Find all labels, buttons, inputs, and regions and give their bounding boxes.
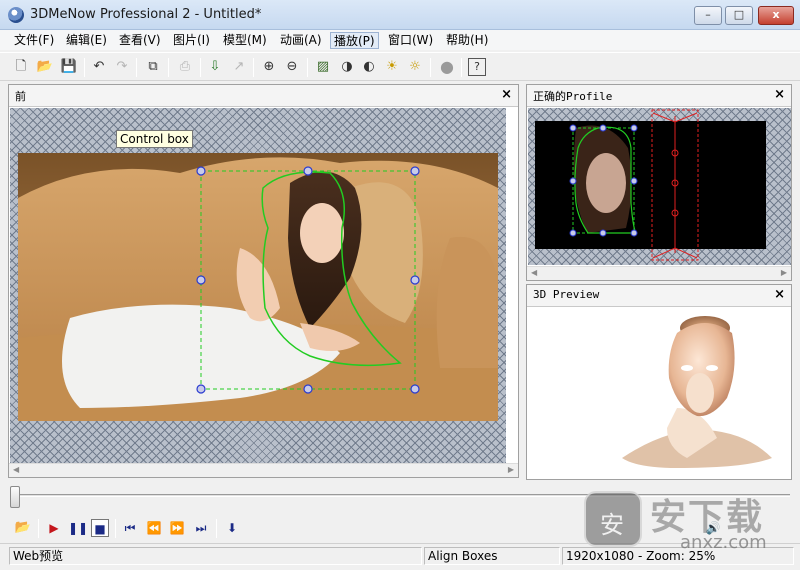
front-canvas[interactable] — [10, 108, 506, 463]
close-button[interactable]: x — [758, 6, 794, 25]
front-panel-header: 前 × — [9, 85, 518, 107]
undo-icon[interactable]: ↶ — [90, 58, 108, 76]
front-panel-close-icon[interactable]: × — [501, 87, 512, 102]
profile-canvas[interactable] — [528, 108, 791, 265]
menu-edit[interactable]: 编辑(E) — [63, 32, 110, 49]
preview-panel-header: 3D Preview × — [527, 285, 791, 307]
watermark-badge: 安 — [584, 491, 642, 547]
front-view-panel: 前 × ◀ ▶ Control box — [8, 84, 519, 478]
play-icon[interactable]: ▶ — [45, 519, 63, 537]
toolbar-separator — [168, 58, 169, 77]
status-message: Web预览 — [9, 547, 422, 565]
watermark-sub: anxz.com — [680, 532, 767, 553]
new-file-icon[interactable]: 🗋 — [12, 58, 30, 76]
menu-help[interactable]: 帮助(H) — [443, 32, 491, 49]
front-panel-title: 前 — [15, 90, 26, 103]
help-icon[interactable]: ? — [468, 58, 486, 76]
model-chin — [686, 373, 714, 413]
scroll-right-icon[interactable]: ▶ — [781, 268, 787, 277]
toolbar-separator — [430, 58, 431, 77]
profile-panel: 正确的Profile × ◀ ▶ — [526, 84, 792, 281]
scroll-left-icon[interactable]: ◀ — [13, 465, 19, 474]
menu-image[interactable]: 图片(I) — [170, 32, 213, 49]
image-icon[interactable]: ▨ — [314, 58, 332, 76]
preview-panel-title: 3D Preview — [533, 288, 600, 301]
save-icon[interactable]: 💾 — [60, 58, 78, 76]
color-balance-icon[interactable]: ◐ — [360, 58, 378, 76]
toolbar-separator — [84, 58, 85, 77]
pause-icon[interactable]: ❚❚ — [68, 519, 88, 537]
record-icon[interactable]: ● — [438, 58, 456, 76]
toolbar-separator — [461, 58, 462, 77]
export-animation-icon[interactable]: ⬇ — [223, 519, 241, 537]
export-icon[interactable]: ↗ — [230, 58, 248, 76]
toolbar-separator — [253, 58, 254, 77]
menu-model[interactable]: 模型(M) — [220, 32, 270, 49]
scroll-left-icon[interactable]: ◀ — [531, 268, 537, 277]
fast-forward-icon[interactable]: ⏩ — [168, 519, 186, 537]
face — [300, 203, 344, 263]
profile-photo-background — [535, 121, 766, 249]
stop-icon[interactable]: ■ — [91, 519, 109, 537]
watermark-badge-text: 安 — [600, 511, 624, 539]
profile-horizontal-scrollbar[interactable]: ◀ ▶ — [527, 266, 791, 280]
timeline-thumb[interactable] — [10, 486, 20, 508]
app-logo-icon — [8, 7, 24, 23]
toolbar-separator — [136, 58, 137, 77]
front-photo[interactable] — [10, 108, 506, 463]
toolbar-separator — [216, 519, 217, 538]
scroll-right-icon[interactable]: ▶ — [508, 465, 514, 474]
brightness-icon[interactable]: ☀ — [383, 58, 401, 76]
color-adjust-icon[interactable]: ☼ — [406, 58, 424, 76]
3d-preview-viewport[interactable] — [527, 308, 791, 480]
print-icon[interactable]: ⎙ — [176, 58, 194, 76]
window-title: 3DMeNow Professional 2 - Untitled* — [30, 7, 262, 22]
menu-file[interactable]: 文件(F) — [11, 32, 57, 49]
control-box-tooltip: Control box — [116, 130, 193, 148]
profile-panel-title: 正确的Profile — [533, 90, 613, 103]
open-folder-icon[interactable]: 📂 — [36, 58, 54, 76]
main-toolbar: 🗋 📂 💾 ↶ ↷ ⧉ ⎙ ⇩ ↗ ⊕ ⊖ ▨ ◑ ◐ ☀ ☼ ● ? — [0, 52, 800, 81]
toolbar-separator — [307, 58, 308, 77]
sofa-arm — [436, 236, 499, 368]
open-folder-icon[interactable]: 📂 — [14, 519, 32, 537]
profile-panel-header: 正确的Profile × — [527, 85, 791, 107]
menu-bar: 文件(F) 编辑(E) 查看(V) 图片(I) 模型(M) 动画(A) 播放(P… — [0, 30, 800, 50]
toolbar-separator — [200, 58, 201, 77]
profile-panel-close-icon[interactable]: × — [774, 87, 785, 102]
fit-frame-icon[interactable]: ⧉ — [144, 58, 162, 76]
model-right-eye — [706, 365, 718, 371]
front-horizontal-scrollbar[interactable]: ◀ ▶ — [9, 463, 518, 477]
redo-icon[interactable]: ↷ — [113, 58, 131, 76]
import-icon[interactable]: ⇩ — [206, 58, 224, 76]
3d-preview-panel: 3D Preview × — [526, 284, 792, 480]
toolbar-separator — [38, 519, 39, 538]
zoom-in-icon[interactable]: ⊕ — [260, 58, 278, 76]
toolbar-separator — [115, 519, 116, 538]
go-end-icon[interactable]: ⏭ — [192, 519, 210, 537]
menu-animation[interactable]: 动画(A) — [277, 32, 325, 49]
menu-play[interactable]: 播放(P) — [330, 32, 379, 49]
profile-view[interactable] — [528, 108, 791, 265]
contrast-icon[interactable]: ◑ — [338, 58, 356, 76]
maximize-button[interactable]: □ — [725, 6, 753, 25]
menu-view[interactable]: 查看(V) — [116, 32, 164, 49]
menu-window[interactable]: 窗口(W) — [385, 32, 436, 49]
status-mode: Align Boxes — [424, 547, 560, 565]
preview-panel-close-icon[interactable]: × — [774, 287, 785, 302]
model-left-eye — [681, 365, 693, 371]
go-start-icon[interactable]: ⏮ — [121, 519, 139, 537]
rewind-icon[interactable]: ⏪ — [145, 519, 163, 537]
profile-face — [586, 153, 626, 213]
title-bar: 3DMeNow Professional 2 - Untitled* – □ x — [0, 0, 800, 30]
zoom-out-icon[interactable]: ⊖ — [283, 58, 301, 76]
minimize-button[interactable]: – — [694, 6, 722, 25]
